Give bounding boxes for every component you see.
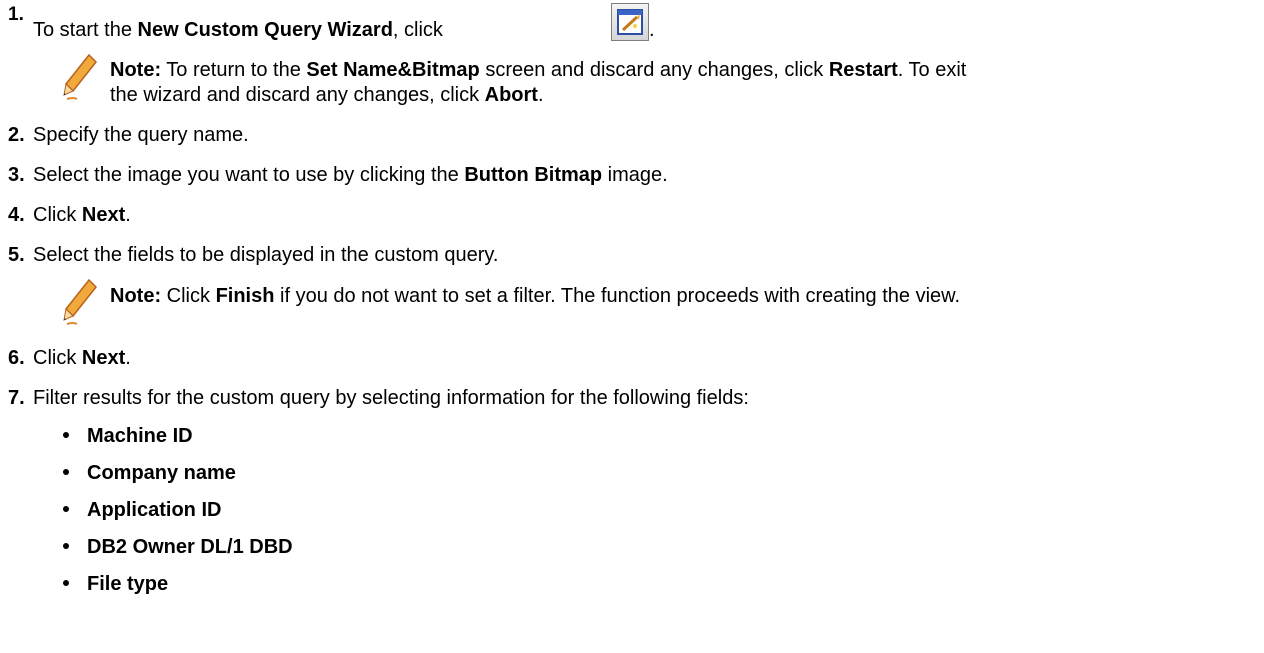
wizard-name: New Custom Query Wizard — [137, 19, 393, 41]
custom-query-wizard-icon[interactable] — [611, 3, 649, 41]
step-text: Filter results for the custom query by s… — [33, 387, 749, 409]
step-text: Select the image you want to use by clic… — [33, 164, 668, 186]
note-line-1: Note: Click Finish if you do not want to… — [110, 285, 961, 307]
pencil-icon — [63, 53, 97, 100]
step-text: Specify the query name. — [33, 124, 249, 146]
list-item: Application ID — [87, 499, 222, 521]
bullet-icon — [63, 432, 69, 438]
step-text: To start the New Custom Query Wizard, cl… — [33, 19, 443, 41]
list-item: File type — [87, 573, 169, 595]
step-number: 2. — [8, 124, 25, 146]
step-number: 4. — [8, 204, 25, 226]
bullet-icon — [63, 469, 69, 475]
trailing-period: . — [649, 19, 655, 41]
step-number: 1. — [8, 4, 24, 25]
step-number: 6. — [8, 347, 25, 369]
bullet-icon — [63, 506, 69, 512]
list-item: DB2 Owner DL/1 DBD — [87, 536, 293, 558]
step-text: Click Next. — [33, 347, 131, 369]
step-number: 5. — [8, 244, 25, 266]
step-text: Click Next. — [33, 204, 131, 226]
step-number: 7. — [8, 387, 25, 409]
step-text: Select the fields to be displayed in the… — [33, 244, 499, 266]
pencil-icon — [63, 278, 97, 325]
note-line-2: the wizard and discard any changes, clic… — [110, 84, 544, 106]
list-item: Company name — [87, 462, 236, 484]
bullet-icon — [63, 580, 69, 586]
list-item: Machine ID — [87, 425, 193, 447]
bullet-icon — [63, 543, 69, 549]
step-number: 3. — [8, 164, 25, 186]
note-line-1: Note: To return to the Set Name&Bitmap s… — [110, 59, 967, 81]
